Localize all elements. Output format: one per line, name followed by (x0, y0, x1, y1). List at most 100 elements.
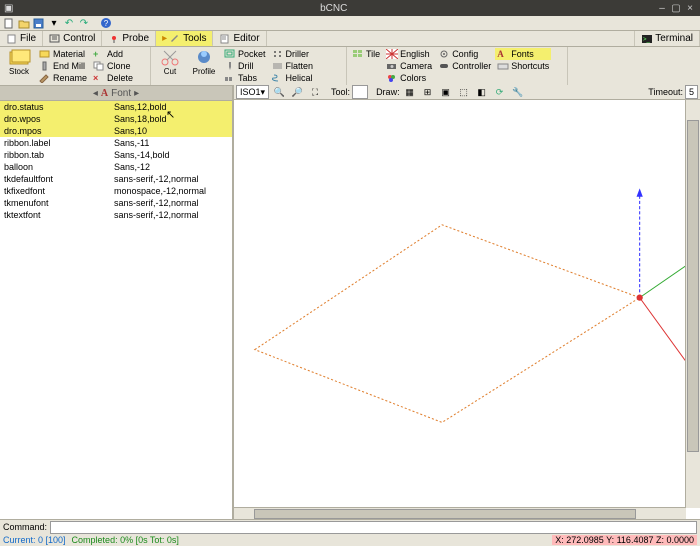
fonts-button[interactable]: AFonts (495, 48, 551, 60)
timeout-field[interactable]: 5 (685, 85, 698, 99)
stock-label: Stock (9, 67, 29, 76)
pocket-button[interactable]: Pocket (222, 48, 268, 60)
zoom-fit-icon[interactable]: ⛶ (307, 85, 323, 99)
close-button[interactable]: × (684, 2, 696, 14)
qa-new-icon[interactable] (2, 17, 16, 29)
tab-editor[interactable]: Editor (213, 31, 266, 46)
cut-button[interactable]: Cut (154, 48, 186, 76)
svg-text:>_: >_ (643, 37, 651, 43)
panel-next-button[interactable]: ▸ (134, 88, 139, 99)
profile-icon (192, 48, 216, 66)
tabs-button[interactable]: Tabs (222, 72, 268, 84)
draw-rapid-icon[interactable]: ▣ (438, 85, 454, 99)
draw-wrench-icon[interactable]: 🔧 (510, 85, 526, 99)
font-row[interactable]: dro.mposSans,10 (0, 125, 232, 137)
pocket-label: Pocket (238, 49, 266, 59)
material-button[interactable]: Material (37, 48, 89, 60)
tab-control[interactable]: Control (43, 31, 102, 46)
tab-editor-label: Editor (233, 33, 259, 44)
qa-open-icon[interactable] (17, 17, 31, 29)
add-button[interactable]: +Add (91, 48, 135, 60)
profile-button[interactable]: Profile (188, 48, 220, 76)
font-row[interactable]: ribbon.tabSans,-14,bold (0, 149, 232, 161)
delete-button[interactable]: ×Delete (91, 72, 135, 84)
command-input[interactable] (50, 521, 697, 534)
font-row[interactable]: dro.wposSans,18,bold (0, 113, 232, 125)
stock-icon (7, 48, 31, 66)
font-table: dro.statusSans,12,bolddro.wposSans,18,bo… (0, 101, 232, 520)
drill-button[interactable]: Drill (222, 60, 268, 72)
delete-label: Delete (107, 73, 133, 83)
font-key: balloon (0, 162, 114, 172)
english-button[interactable]: English (384, 48, 434, 60)
draw-grid-icon[interactable]: ▦ (402, 85, 418, 99)
font-row[interactable]: tkfixedfontmonospace,-12,normal (0, 185, 232, 197)
qa-dropdown-icon[interactable]: ▾ (47, 17, 61, 29)
font-value: sans-serif,-12,normal (114, 174, 232, 184)
panel-prev-button[interactable]: ◂ (93, 88, 98, 99)
font-row[interactable]: ribbon.labelSans,-11 (0, 137, 232, 149)
clone-button[interactable]: Clone (91, 60, 135, 72)
view-combo[interactable]: ISO1 ▾ (236, 85, 269, 99)
font-value: Sans,10 (114, 126, 232, 136)
rename-label: Rename (53, 73, 87, 83)
font-key: dro.wpos (0, 114, 114, 124)
shortcuts-label: Shortcuts (511, 61, 549, 71)
font-key: tkfixedfont (0, 186, 114, 196)
draw-path-icon[interactable]: ⬚ (456, 85, 472, 99)
ribbon-group-database: Stock Material End Mill Rename +Add Clon… (0, 47, 151, 87)
qa-save-icon[interactable] (32, 17, 46, 29)
cut-label: Cut (164, 67, 176, 76)
colors-button[interactable]: Colors (384, 72, 434, 84)
font-key: ribbon.tab (0, 150, 114, 160)
shortcuts-button[interactable]: Shortcuts (495, 60, 551, 72)
tab-tools-label: Tools (183, 33, 206, 44)
draw-fill-icon[interactable]: ◧ (474, 85, 490, 99)
qa-help-icon[interactable]: ? (99, 17, 113, 29)
minimize-button[interactable]: – (656, 2, 668, 14)
qa-redo-icon[interactable]: ↷ (77, 17, 91, 29)
stock-button[interactable]: Stock (3, 48, 35, 76)
tab-control-label: Control (63, 33, 95, 44)
qa-undo-icon[interactable]: ↶ (62, 17, 76, 29)
probe-icon (108, 34, 120, 44)
font-row[interactable]: tktextfontsans-serif,-12,normal (0, 209, 232, 221)
maximize-button[interactable]: ▢ (670, 2, 682, 14)
tools-icon (169, 33, 181, 43)
tab-probe[interactable]: Probe (102, 31, 156, 46)
flatten-label: Flatten (286, 61, 314, 71)
vertical-scrollbar[interactable] (685, 100, 700, 508)
config-button[interactable]: Config (436, 48, 493, 60)
draw-axes-icon[interactable]: ⊞ (420, 85, 436, 99)
endmill-button[interactable]: End Mill (37, 60, 89, 72)
rename-button[interactable]: Rename (37, 72, 89, 84)
font-row[interactable]: balloonSans,-12 (0, 161, 232, 173)
status-bar: Current: 0 [100] Completed: 0% [0s Tot: … (0, 534, 700, 546)
tab-file[interactable]: File (0, 31, 43, 46)
canvas[interactable] (234, 100, 700, 520)
font-row[interactable]: tkmenufontsans-serif,-12,normal (0, 197, 232, 209)
zoom-out-icon[interactable]: 🔎 (289, 85, 305, 99)
view-value: ISO1 (240, 87, 261, 97)
editor-icon (219, 34, 231, 44)
clone-icon (93, 61, 105, 71)
driller-icon (272, 49, 284, 59)
font-row[interactable]: dro.statusSans,12,bold (0, 101, 232, 113)
helical-button[interactable]: Helical (270, 72, 316, 84)
flatten-button[interactable]: Flatten (270, 60, 316, 72)
zoom-in-icon[interactable]: 🔍 (271, 85, 287, 99)
tab-terminal[interactable]: >_ Terminal (634, 31, 700, 46)
driller-button[interactable]: Driller (270, 48, 316, 60)
quick-access-bar: ▾ ↶ ↷ ? (0, 16, 700, 31)
tile-button[interactable]: Tile (350, 48, 382, 60)
terminal-icon: >_ (641, 34, 653, 44)
draw-refresh-icon[interactable]: ⟳ (492, 85, 508, 99)
camera-button[interactable]: Camera (384, 60, 434, 72)
tool-field[interactable] (352, 85, 368, 99)
font-row[interactable]: tkdefaultfontsans-serif,-12,normal (0, 173, 232, 185)
tab-tools[interactable]: ▸Tools (156, 31, 213, 46)
tab-terminal-label: Terminal (655, 33, 693, 44)
controller-button[interactable]: Controller (436, 60, 493, 72)
material-icon (39, 49, 51, 59)
english-label: English (400, 49, 430, 59)
